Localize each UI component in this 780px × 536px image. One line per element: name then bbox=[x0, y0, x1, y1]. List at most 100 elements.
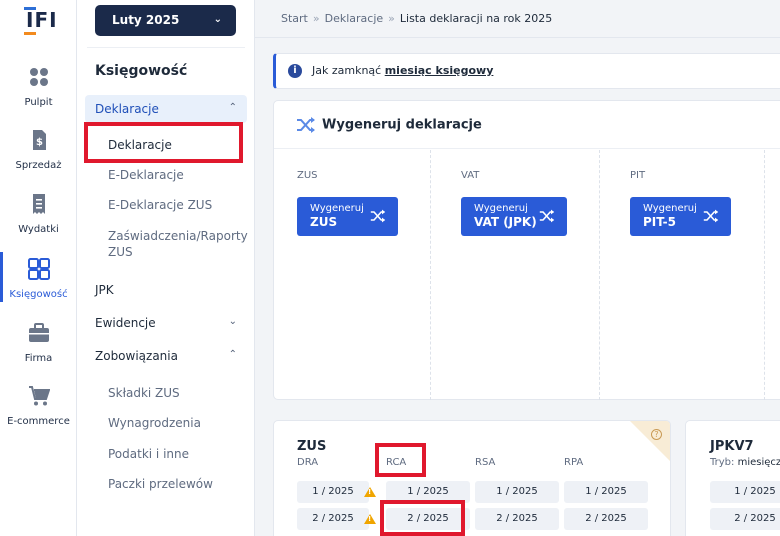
briefcase-icon bbox=[28, 323, 49, 342]
shuffle-icon bbox=[703, 209, 719, 223]
svg-text:$: $ bbox=[36, 137, 43, 148]
receipt-icon bbox=[32, 194, 45, 214]
period-selector[interactable]: Luty 2025 ⌄ bbox=[95, 5, 236, 36]
warning-icon bbox=[364, 487, 376, 497]
generate-pit-button[interactable]: Wygeneruj PIT-5 bbox=[630, 197, 731, 236]
menu-item-zaswiadczenia[interactable]: Zaświadczenia/Raporty ZUS bbox=[108, 228, 248, 260]
menu-item-line: ZUS bbox=[108, 245, 133, 259]
menu-item-line: Zaświadczenia/Raporty bbox=[108, 229, 248, 243]
breadcrumb: Start » Deklaracje » Lista deklaracji na rok… bbox=[281, 12, 552, 25]
rail-label: Księgowość bbox=[9, 289, 68, 300]
icon-rail: IFI Pulpit $ Sprzedaż Wydatki Księgowość… bbox=[0, 0, 77, 536]
info-link[interactable]: miesiąc księgowy bbox=[385, 64, 494, 77]
menu-item-wynagrodzenia[interactable]: Wynagrodzenia bbox=[108, 415, 201, 431]
main-content: Start » Deklaracje » Lista deklaracji na rok… bbox=[255, 0, 780, 536]
info-banner: i Jak zamknąć miesiąc księgowy bbox=[273, 53, 780, 89]
jpk-mode-value: miesięcz bbox=[737, 457, 780, 468]
rail-label: Firma bbox=[24, 353, 53, 364]
jpk-mode-label: Tryb: bbox=[710, 457, 735, 468]
chevron-up-icon: ⌃ bbox=[228, 349, 237, 360]
column-label-zus: ZUS bbox=[297, 170, 318, 181]
warning-icon bbox=[364, 514, 376, 524]
highlight-box-rca-2-2025 bbox=[380, 500, 465, 536]
menu-item-e-deklaracje[interactable]: E-Deklaracje bbox=[108, 167, 184, 183]
zus-declarations-card: ? ZUS DRA RCA RSA RPA 1 / 2025 1 / 2025 … bbox=[273, 420, 671, 536]
divider bbox=[255, 37, 780, 38]
shuffle-icon bbox=[370, 209, 386, 223]
chevron-right-icon: » bbox=[312, 12, 320, 25]
rail-item-ksiegowosc[interactable]: Księgowość bbox=[0, 252, 77, 302]
section-title: Księgowość bbox=[95, 63, 188, 79]
column-label-rpa: RPA bbox=[564, 457, 584, 468]
menu-group-label: JPK bbox=[95, 283, 114, 297]
help-icon[interactable]: ? bbox=[651, 429, 662, 440]
invoice-dollar-icon: $ bbox=[32, 130, 46, 150]
rsa-2-2025[interactable]: 2 / 2025 bbox=[475, 508, 559, 530]
jpk-mode: Tryb: miesięcz bbox=[710, 457, 780, 468]
rail-label: Sprzedaż bbox=[15, 160, 62, 171]
rail-label: Wydatki bbox=[18, 224, 59, 235]
column-label-pit: PIT bbox=[630, 170, 646, 181]
logo-accent-blue bbox=[24, 7, 36, 10]
calculator-grid-icon bbox=[27, 258, 50, 280]
menu-group-ewidencje[interactable]: Ewidencje ⌄ bbox=[85, 309, 247, 337]
menu-item-skladki-zus[interactable]: Składki ZUS bbox=[108, 385, 180, 401]
generate-zus-button[interactable]: Wygeneruj ZUS bbox=[297, 197, 398, 236]
dra-1-2025[interactable]: 1 / 2025 bbox=[297, 481, 369, 503]
logo-text: IFI bbox=[26, 8, 58, 32]
rail-item-ecommerce[interactable]: E-commerce bbox=[0, 385, 77, 427]
info-icon: i bbox=[288, 64, 302, 78]
breadcrumb-current: Lista deklaracji na rok 2025 bbox=[399, 12, 553, 25]
chevron-right-icon: » bbox=[388, 12, 395, 25]
jpk-card-title: JPKV7 bbox=[710, 439, 754, 454]
column-label-vat: VAT bbox=[461, 170, 480, 181]
highlight-box-deklaracje bbox=[84, 122, 243, 163]
rail-item-firma[interactable]: Firma bbox=[0, 322, 77, 364]
generate-declarations-card: Wygeneruj deklaracje ZUS VAT PIT Wygener… bbox=[273, 100, 780, 400]
jpkv7-card: JPKV7 Tryb: miesięcz 1 / 2025 2 / 2025 bbox=[685, 420, 780, 536]
column-divider bbox=[764, 150, 765, 400]
chevron-down-icon: ⌄ bbox=[228, 316, 237, 327]
menu-item-paczki[interactable]: Paczki przelewów bbox=[108, 476, 213, 492]
rpa-2-2025[interactable]: 2 / 2025 bbox=[564, 508, 648, 530]
column-divider bbox=[599, 150, 600, 400]
shuffle-icon bbox=[297, 117, 315, 133]
column-label-rsa: RSA bbox=[475, 457, 496, 468]
highlight-box-rca-header bbox=[375, 443, 426, 477]
dashboard-icon bbox=[29, 68, 48, 86]
rpa-1-2025[interactable]: 1 / 2025 bbox=[564, 481, 648, 503]
generate-vat-button[interactable]: Wygeneruj VAT (JPK) bbox=[461, 197, 567, 236]
menu-item-jpk[interactable]: JPK bbox=[85, 276, 247, 304]
generate-card-title: Wygeneruj deklaracje bbox=[296, 117, 482, 133]
card-corner-fold bbox=[630, 421, 670, 461]
period-label: Luty 2025 bbox=[112, 13, 180, 27]
rail-label: Pulpit bbox=[24, 97, 53, 108]
jpk-1-2025[interactable]: 1 / 2025 bbox=[710, 481, 780, 503]
rail-item-wydatki[interactable]: Wydatki bbox=[0, 193, 77, 235]
breadcrumb-deklaracje[interactable]: Deklaracje bbox=[325, 12, 384, 25]
column-divider bbox=[430, 150, 431, 400]
info-text: Jak zamknąć bbox=[312, 64, 385, 77]
menu-item-podatki[interactable]: Podatki i inne bbox=[108, 446, 189, 462]
menu-group-zobowiazania[interactable]: Zobowiązania ⌃ bbox=[85, 342, 247, 370]
logo-accent-orange bbox=[24, 32, 36, 35]
column-label-dra: DRA bbox=[297, 457, 319, 468]
accounting-submenu: Luty 2025 ⌄ Księgowość Deklaracje ⌃ Dekl… bbox=[77, 0, 255, 536]
breadcrumb-start[interactable]: Start bbox=[281, 12, 308, 25]
menu-item-e-deklaracje-zus[interactable]: E-Deklaracje ZUS bbox=[108, 197, 212, 213]
menu-group-deklaracje[interactable]: Deklaracje ⌃ bbox=[85, 95, 247, 123]
dra-2-2025[interactable]: 2 / 2025 bbox=[297, 508, 369, 530]
chevron-down-icon: ⌄ bbox=[213, 14, 222, 25]
generate-title-text: Wygeneruj deklaracje bbox=[322, 117, 482, 133]
menu-group-label: Ewidencje bbox=[95, 316, 156, 330]
rail-item-pulpit[interactable]: Pulpit bbox=[0, 66, 77, 108]
divider bbox=[274, 148, 780, 149]
chevron-up-icon: ⌃ bbox=[228, 102, 237, 113]
jpk-2-2025[interactable]: 2 / 2025 bbox=[710, 508, 780, 530]
menu-group-label: Deklaracje bbox=[95, 102, 159, 116]
zus-card-title: ZUS bbox=[297, 439, 327, 454]
rail-item-sprzedaz[interactable]: $ Sprzedaż bbox=[0, 129, 77, 171]
ifi-logo[interactable]: IFI bbox=[24, 7, 58, 35]
rsa-1-2025[interactable]: 1 / 2025 bbox=[475, 481, 559, 503]
divider bbox=[87, 47, 245, 48]
